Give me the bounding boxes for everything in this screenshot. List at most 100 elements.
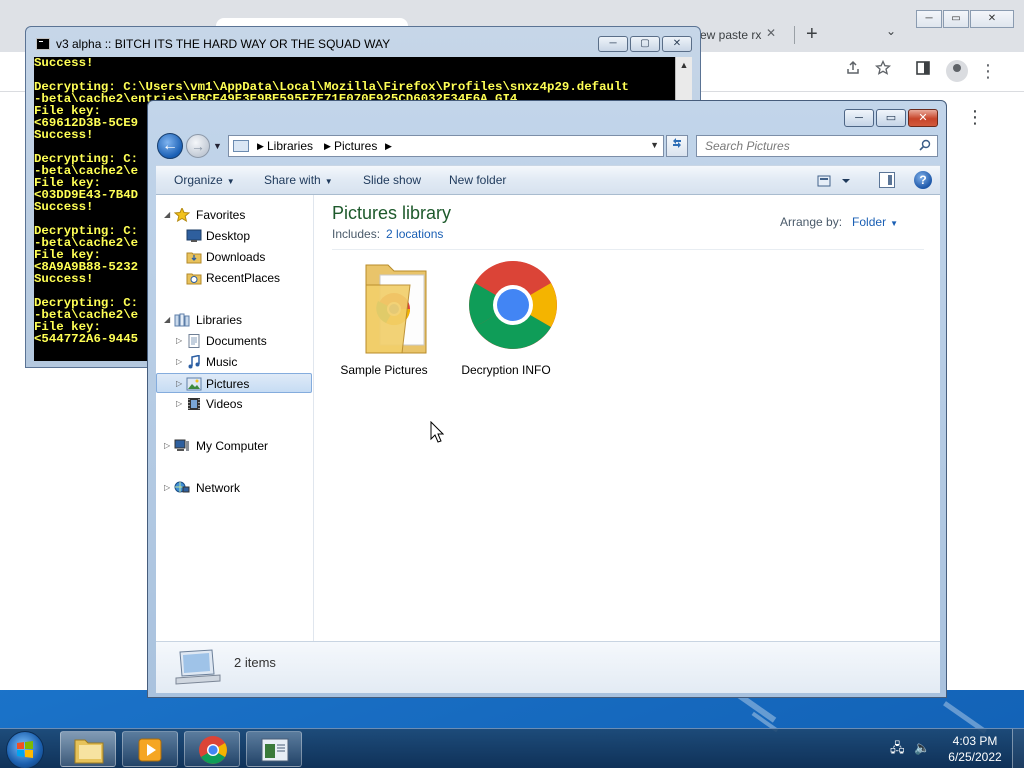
forward-button[interactable]: →: [186, 134, 210, 158]
locations-link[interactable]: 2 locations: [386, 227, 443, 241]
maximize-button[interactable]: ▢: [630, 36, 660, 52]
recent-places-icon: [186, 273, 202, 285]
organize-button[interactable]: Organize ▼: [174, 173, 235, 187]
arrange-label: Arrange by:: [780, 215, 843, 229]
film-strip-icon: [188, 398, 200, 410]
sidebar-item-label: Libraries: [196, 313, 243, 327]
arrange-dropdown[interactable]: Folder: [852, 215, 886, 229]
minimize-button[interactable]: ─: [844, 109, 874, 127]
scroll-up-icon[interactable]: ▲: [676, 57, 692, 73]
explorer-window-controls: ─ ▭ ✕: [844, 109, 938, 127]
breadcrumb-separator-icon[interactable]: ▶: [257, 141, 264, 152]
address-bar[interactable]: ▶ Libraries ▶ Pictures ▶ ▼: [228, 135, 664, 157]
expand-arrow-icon[interactable]: ▷: [176, 394, 182, 414]
expand-arrow-icon[interactable]: ▷: [164, 436, 170, 456]
folder-icon: [365, 264, 427, 354]
close-button[interactable]: ✕: [908, 109, 938, 127]
sidebar-item-network[interactable]: ▷ Network: [156, 478, 306, 498]
sidebar-item-label: RecentPlaces: [206, 271, 281, 285]
clock-time: 4:03 PM: [952, 734, 998, 748]
file-item-decryption-info[interactable]: Decryption INFO: [446, 259, 566, 377]
breadcrumb-separator-icon[interactable]: ▶: [385, 141, 392, 152]
sidebar-item-label: Favorites: [196, 208, 246, 222]
start-button[interactable]: [6, 731, 44, 768]
network-status-icon[interactable]: 🖧: [890, 740, 905, 755]
new-tab-button[interactable]: +: [806, 22, 818, 46]
taskbar-media-player-button[interactable]: [122, 731, 178, 767]
expand-arrow-icon[interactable]: ▷: [176, 374, 182, 394]
expand-arrow-icon[interactable]: ▷: [176, 352, 182, 372]
sidebar-item-downloads[interactable]: Downloads: [156, 247, 306, 267]
collapse-arrow-icon[interactable]: ◢: [164, 310, 170, 330]
volume-icon[interactable]: 🔈: [914, 740, 930, 755]
sidebar-item-recent-places[interactable]: RecentPlaces: [156, 268, 306, 288]
tab-search-chevron-icon[interactable]: ⌄: [886, 24, 896, 38]
sidebar-icon[interactable]: [912, 60, 934, 82]
sidebar-item-favorites[interactable]: ◢ Favorites: [156, 205, 306, 225]
page-menu-icon[interactable]: ⋮: [966, 108, 984, 126]
star-icon[interactable]: [872, 59, 894, 82]
chrome-icon: [199, 736, 227, 764]
minimize-button[interactable]: ─: [916, 10, 942, 28]
restore-button[interactable]: ▭: [876, 109, 906, 127]
forward-arrow-icon: →: [191, 138, 205, 154]
downloads-folder-icon: [186, 252, 202, 264]
sidebar-item-desktop[interactable]: Desktop: [156, 226, 306, 246]
console-icon: [36, 38, 50, 50]
item-count: 2 items: [234, 655, 276, 670]
sidebar-item-music[interactable]: ▷ Music: [156, 352, 306, 372]
sidebar-item-documents[interactable]: ▷ Documents: [156, 331, 306, 351]
taskbar-chrome-button[interactable]: [184, 731, 240, 767]
chevron-down-icon: ▼: [324, 177, 333, 186]
sidebar-item-my-computer[interactable]: ▷ My Computer: [156, 436, 306, 456]
refresh-button[interactable]: [666, 135, 688, 157]
libraries-icon: [174, 313, 190, 327]
desktop-icon: [186, 229, 202, 242]
library-title: Pictures library: [332, 203, 452, 223]
clock[interactable]: 4:03 PM 6/25/2022: [940, 733, 1010, 765]
share-with-button[interactable]: Share with ▼: [264, 173, 333, 187]
show-desktop-button[interactable]: [1012, 729, 1024, 768]
menu-icon[interactable]: ⋮: [977, 60, 999, 82]
help-icon[interactable]: ?: [914, 171, 932, 189]
details-pane: 2 items: [156, 641, 940, 693]
change-view-button[interactable]: [816, 172, 856, 190]
taskbar-console-button[interactable]: [246, 731, 302, 767]
expand-arrow-icon[interactable]: ▷: [164, 478, 170, 498]
minimize-button[interactable]: ─: [598, 36, 628, 52]
search-input[interactable]: Search Pictures: [696, 135, 938, 157]
documents-icon: [188, 334, 200, 348]
slide-show-button[interactable]: Slide show: [363, 173, 421, 187]
search-placeholder[interactable]: Search Pictures: [705, 139, 790, 153]
tab-close-icon[interactable]: ✕: [766, 26, 776, 40]
chevron-down-icon: ▼: [226, 177, 235, 186]
close-button[interactable]: ✕: [970, 10, 1014, 28]
expand-arrow-icon[interactable]: ▷: [176, 331, 182, 351]
back-button[interactable]: ←: [157, 133, 183, 159]
tab-separator: [794, 26, 795, 44]
breadcrumb-pictures[interactable]: Pictures: [334, 139, 377, 153]
sidebar-item-videos[interactable]: ▷ Videos: [156, 394, 306, 414]
chrome-tab-title[interactable]: ew paste rx: [700, 28, 770, 42]
restore-button[interactable]: ▭: [943, 10, 969, 28]
preview-pane-icon[interactable]: [879, 172, 895, 188]
share-icon[interactable]: [842, 60, 864, 82]
navigation-pane: ◢ Favorites Desktop Downloads RecentPlac…: [156, 195, 314, 641]
sidebar-item-pictures[interactable]: ▷ Pictures: [156, 373, 312, 393]
collapse-arrow-icon[interactable]: ◢: [164, 205, 170, 225]
file-item-sample-pictures[interactable]: Sample Pictures: [324, 259, 444, 377]
close-button[interactable]: ✕: [662, 36, 692, 52]
new-folder-button[interactable]: New folder: [449, 173, 506, 187]
console-line: Success!: [34, 57, 94, 70]
breadcrumb-separator-icon[interactable]: ▶: [324, 141, 331, 152]
search-icon[interactable]: [919, 139, 931, 151]
taskbar-explorer-button[interactable]: [60, 731, 116, 767]
sidebar-item-libraries[interactable]: ◢ Libraries: [156, 310, 306, 330]
recent-pages-chevron-icon[interactable]: ▼: [213, 141, 222, 151]
profile-icon[interactable]: [946, 60, 968, 82]
sidebar-item-label: Documents: [206, 334, 267, 348]
media-player-icon: [138, 738, 162, 762]
address-dropdown-icon[interactable]: ▼: [650, 140, 659, 150]
chevron-down-icon[interactable]: ▼: [890, 219, 898, 228]
breadcrumb-libraries[interactable]: Libraries: [267, 139, 313, 153]
